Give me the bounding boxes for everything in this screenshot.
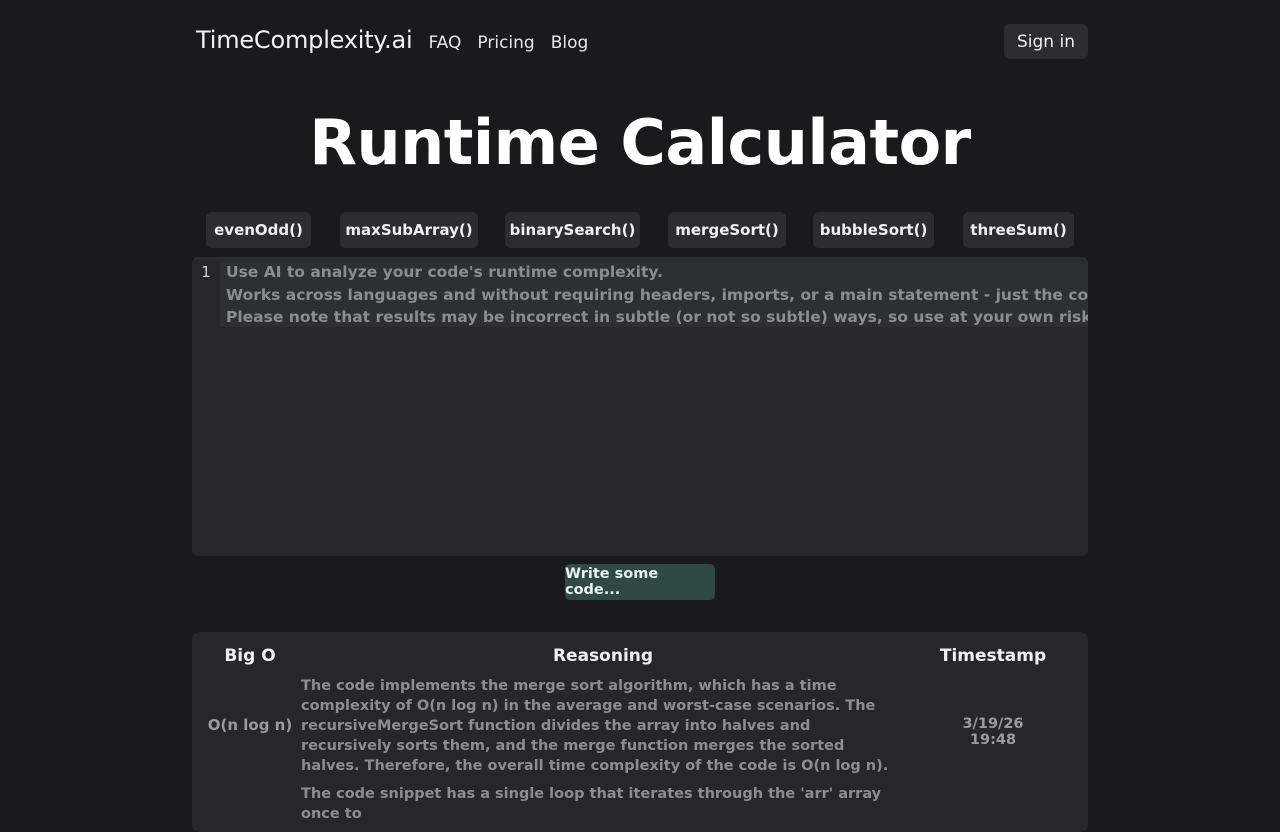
nav-link-blog[interactable]: Blog: [551, 33, 589, 53]
example-threesum-button[interactable]: threeSum(): [963, 212, 1074, 248]
analyze-button[interactable]: Write some code...: [565, 564, 715, 600]
example-binarysearch-button[interactable]: binarySearch(): [505, 212, 640, 248]
placeholder-line-2: Works across languages and without requi…: [226, 285, 1088, 304]
sign-in-button[interactable]: Sign in: [1004, 24, 1088, 59]
header-big-o: Big O: [224, 646, 276, 666]
row-1-big-o: O(n log n): [207, 716, 293, 734]
example-maxsubarray-button[interactable]: maxSubArray(): [340, 212, 478, 248]
top-nav: TimeComplexity.ai FAQ Pricing Blog: [196, 26, 588, 54]
nav-link-pricing[interactable]: Pricing: [477, 33, 534, 53]
row-1-reasoning: The code implements the merge sort algor…: [301, 678, 889, 774]
code-editor[interactable]: 1 Use AI to analyze your code's runtime …: [192, 257, 1088, 556]
example-evenodd-button[interactable]: evenOdd(): [206, 212, 311, 248]
brand-logo-link[interactable]: TimeComplexity.ai: [196, 26, 413, 54]
example-buttons: evenOdd() maxSubArray() binarySearch() m…: [206, 212, 1074, 248]
page-title: Runtime Calculator: [309, 106, 971, 179]
row-1-timestamp: 3/19/26 19:48: [962, 716, 1024, 748]
nav-link-faq[interactable]: FAQ: [428, 33, 461, 53]
editor-placeholder: Use AI to analyze your code's runtime co…: [226, 261, 1088, 329]
line-number: 1: [201, 263, 211, 281]
example-mergesort-button[interactable]: mergeSort(): [668, 212, 786, 248]
header-timestamp: Timestamp: [939, 646, 1047, 666]
header-reasoning: Reasoning: [552, 646, 654, 666]
example-bubblesort-button[interactable]: bubbleSort(): [813, 212, 934, 248]
results-table: Big O Reasoning Timestamp O(n log n) The…: [192, 632, 1088, 832]
row-2-reasoning: The code snippet has a single loop that …: [301, 786, 882, 822]
placeholder-line-3: Please note that results may be incorrec…: [226, 308, 1088, 326]
editor-top-border: [192, 257, 1088, 260]
placeholder-line-1: Use AI to analyze your code's runtime co…: [226, 263, 663, 281]
